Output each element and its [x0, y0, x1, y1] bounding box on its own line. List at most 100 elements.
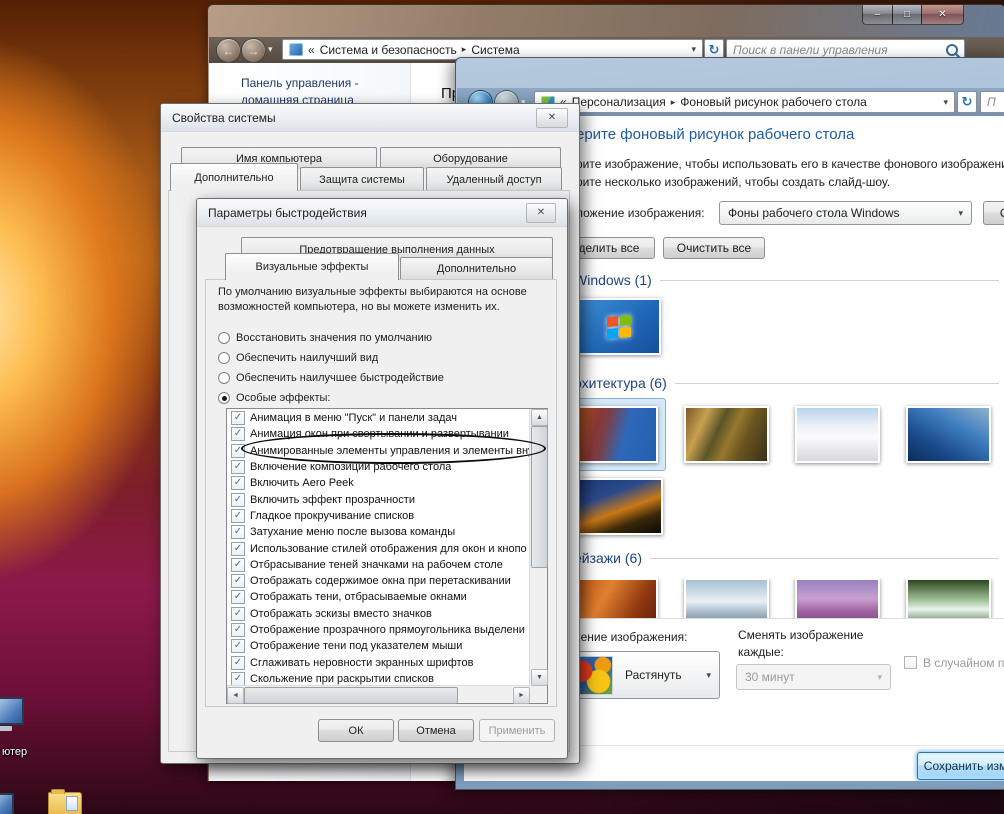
checkbox[interactable]: ✓ [231, 607, 245, 621]
back-button[interactable]: ← [216, 38, 241, 63]
effect-list-item[interactable]: ✓ Использование стилей отображения для о… [228, 540, 529, 556]
effect-list-item[interactable]: ✓ Отображение прозрачного прямоугольника… [228, 622, 529, 638]
vertical-scrollbar[interactable]: ▲ ▼ [529, 409, 547, 686]
checkbox[interactable]: ✓ [231, 574, 245, 588]
wallpaper-thumbnail[interactable] [684, 578, 769, 618]
effect-list-item[interactable]: ✓ Анимированные элементы управления и эл… [228, 443, 529, 459]
breadcrumb-item-background[interactable]: Фоновый рисунок рабочего стола [680, 95, 867, 109]
breadcrumb-dropdown-icon[interactable]: ▾ [691, 44, 696, 55]
checkbox[interactable]: ✓ [231, 525, 245, 539]
radio-button[interactable] [218, 372, 230, 384]
close-button[interactable]: ✕ [526, 203, 556, 223]
radio-button[interactable] [218, 392, 230, 404]
effect-list-item[interactable]: ✓ Отображать эскизы вместо значков [228, 606, 529, 622]
checkbox[interactable]: ✓ [231, 493, 245, 507]
minimize-button[interactable]: – [862, 5, 893, 25]
wallpaper-thumbnail[interactable] [795, 406, 880, 463]
checkbox[interactable]: ✓ [231, 558, 245, 572]
checkbox[interactable]: ✓ [231, 411, 245, 425]
tab-visual-effects[interactable]: Визуальные эффекты [225, 253, 399, 280]
maximize-button[interactable]: □ [892, 5, 922, 25]
checkbox[interactable]: ✓ [231, 639, 245, 653]
effect-list-item[interactable]: ✓ Затухание меню после вызова команды [228, 524, 529, 540]
wallpaper-thumbnail[interactable] [576, 298, 661, 355]
effects-listbox[interactable]: ✓ Анимация в меню "Пуск" и панели задач … [226, 408, 548, 704]
wallpaper-thumbnail[interactable] [573, 578, 658, 618]
desktop-icon-computer[interactable] [0, 697, 24, 731]
effect-list-item[interactable]: ✓ Скольжение при раскрытии списков [228, 671, 529, 685]
apply-button[interactable]: Применить [479, 719, 555, 742]
scroll-left-button[interactable]: ◄ [227, 687, 244, 704]
close-button[interactable]: ✕ [921, 5, 964, 25]
wallpaper-thumbnail[interactable] [573, 406, 658, 463]
checkbox[interactable]: ✓ [231, 509, 245, 523]
breadcrumb-dropdown-icon[interactable]: ▾ [943, 97, 948, 108]
radio-option[interactable]: Восстановить значения по умолчанию [218, 328, 548, 348]
scroll-down-button[interactable]: ▼ [531, 669, 548, 686]
dialog-titlebar[interactable]: Параметры быстродействия ✕ [197, 199, 567, 227]
effect-list-item[interactable]: ✓ Отображать тени, отбрасываемые окнами [228, 589, 529, 605]
cancel-button[interactable]: Отмена [398, 719, 474, 742]
checkbox[interactable]: ✓ [231, 672, 245, 685]
effect-list-item[interactable]: ✓ Включить Aero Peek [228, 475, 529, 491]
checkbox[interactable]: ✓ [231, 656, 245, 670]
desktop-icon-folder[interactable] [48, 792, 82, 814]
radio-option[interactable]: Обеспечить наилучший вид [218, 348, 548, 368]
close-button[interactable]: ✕ [536, 108, 568, 128]
scroll-up-button[interactable]: ▲ [531, 409, 548, 426]
desktop-icon-partial[interactable] [0, 793, 14, 814]
radio-option[interactable]: Обеспечить наилучшее быстродействие [218, 368, 548, 388]
effect-list-item[interactable]: ✓ Анимация окон при свертывании и развер… [228, 426, 529, 442]
effect-list-item[interactable]: ✓ Отбрасывание теней значками на рабочем… [228, 557, 529, 573]
wallpaper-thumbnail[interactable] [578, 478, 663, 535]
breadcrumb-bar[interactable]: « Персонализация ▸ Фоновый рисунок рабоч… [534, 91, 955, 113]
wallpaper-thumbnail[interactable] [684, 406, 769, 463]
tab-remote[interactable]: Удаленный доступ [426, 167, 562, 191]
ok-button[interactable]: ОК [318, 719, 394, 742]
radio-button[interactable] [218, 352, 230, 364]
scroll-right-button[interactable]: ► [513, 687, 530, 704]
effect-list-item[interactable]: ✓ Гладкое прокручивание списков [228, 508, 529, 524]
tab-advanced[interactable]: Дополнительно [400, 257, 553, 280]
wallpaper-thumbnail[interactable] [795, 578, 880, 618]
checkbox[interactable]: ✓ [231, 427, 245, 441]
horizontal-scroll-thumb[interactable] [244, 687, 458, 704]
radio-option[interactable]: Особые эффекты: [218, 388, 548, 408]
checkbox[interactable]: ✓ [231, 590, 245, 604]
checkbox[interactable]: ✓ [231, 460, 245, 474]
checkbox[interactable]: ✓ [231, 444, 245, 458]
tab-advanced[interactable]: Дополнительно [170, 163, 298, 191]
refresh-button[interactable]: ↻ [957, 91, 977, 113]
wallpaper-thumbnail[interactable] [906, 406, 991, 463]
search-box[interactable]: П [980, 91, 1004, 113]
radio-button[interactable] [218, 332, 230, 344]
effect-list-item[interactable]: ✓ Включение композиции рабочего стола [228, 459, 529, 475]
effect-list-item[interactable]: ✓ Включить эффект прозрачности [228, 491, 529, 507]
clear-all-button[interactable]: Очистить все [663, 237, 765, 259]
search-icon[interactable] [946, 44, 958, 56]
effect-list-item[interactable]: ✓ Анимация в меню "Пуск" и панели задач [228, 410, 529, 426]
tab-system-protection[interactable]: Защита системы [300, 167, 424, 191]
effect-list-item[interactable]: ✓ Отображение тени под указателем мыши [228, 638, 529, 654]
vertical-scroll-thumb[interactable] [531, 426, 548, 568]
effect-list-item[interactable]: ✓ Отображать содержимое окна при перетас… [228, 573, 529, 589]
wallpaper-thumbnail[interactable] [906, 578, 991, 618]
breadcrumb-item-personalization[interactable]: Персонализация [572, 95, 666, 109]
interval-combobox[interactable]: 30 минут ▾ [736, 664, 891, 690]
breadcrumb-item-system[interactable]: Система [471, 43, 519, 57]
checkbox[interactable]: ✓ [231, 623, 245, 637]
checkbox[interactable]: ✓ [231, 476, 245, 490]
shuffle-checkbox[interactable] [904, 656, 917, 669]
save-changes-button[interactable]: Сохранить изм [917, 752, 1004, 780]
checkbox[interactable]: ✓ [231, 542, 245, 556]
dialog-titlebar[interactable]: Свойства системы ✕ [161, 104, 579, 132]
browse-button[interactable]: Об [983, 201, 1004, 225]
horizontal-scrollbar[interactable]: ◄ ► [227, 685, 530, 703]
location-combobox[interactable]: Фоны рабочего стола Windows ▾ [719, 201, 972, 225]
breadcrumb-item-security[interactable]: Система и безопасность [320, 43, 457, 57]
tab-hardware[interactable]: Оборудование [380, 147, 561, 169]
forward-button[interactable]: → [241, 38, 266, 63]
effect-list-item[interactable]: ✓ Сглаживать неровности экранных шрифтов [228, 654, 529, 670]
recent-pages-dropdown[interactable]: ▾ [268, 44, 273, 55]
position-combobox[interactable]: Растянуть ▾ [563, 651, 720, 699]
